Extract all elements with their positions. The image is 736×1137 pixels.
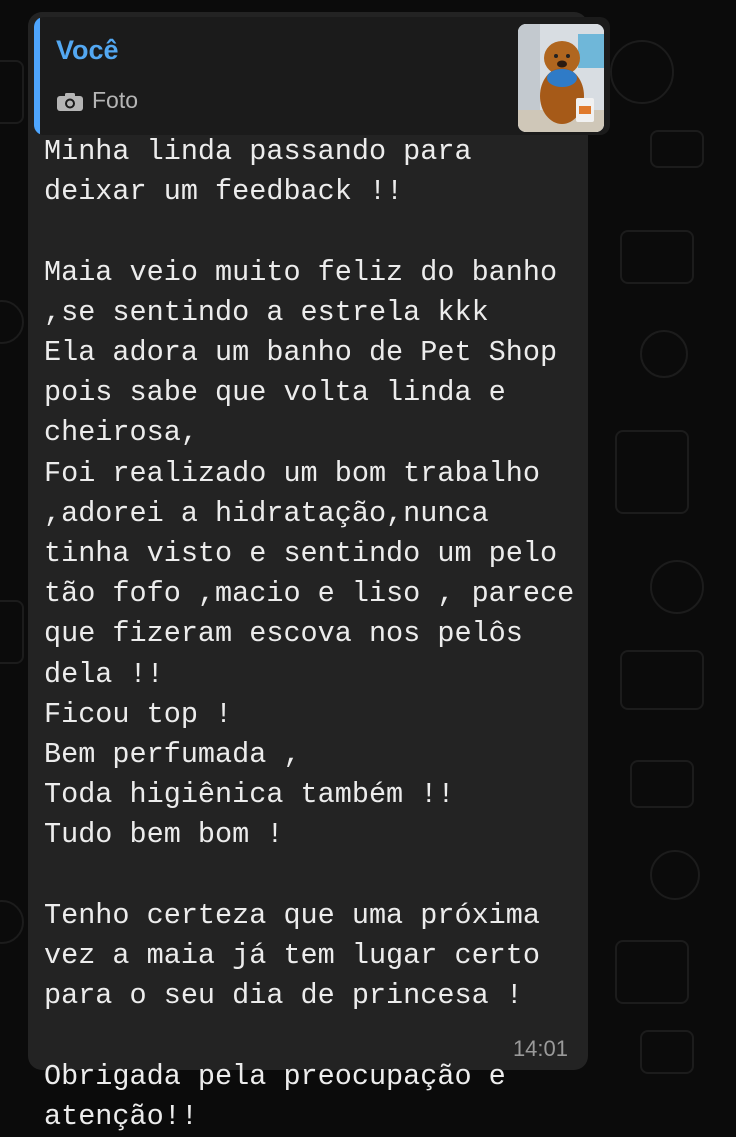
quote-type: Foto: [56, 87, 138, 114]
quote-author: Você: [56, 35, 119, 65]
camera-icon: [56, 91, 84, 111]
quote-type-label: Foto: [92, 87, 139, 113]
message-timestamp: 14:01: [512, 1036, 568, 1061]
quoted-message[interactable]: Você Foto: [34, 17, 610, 135]
message-text: Minha linda passando para deixar um feed…: [44, 135, 575, 1133]
quote-accent-bar: [34, 17, 40, 135]
message-bubble[interactable]: Você Foto Minha linda passando para deix…: [28, 12, 610, 1133]
photo-thumbnail[interactable]: [518, 24, 604, 132]
